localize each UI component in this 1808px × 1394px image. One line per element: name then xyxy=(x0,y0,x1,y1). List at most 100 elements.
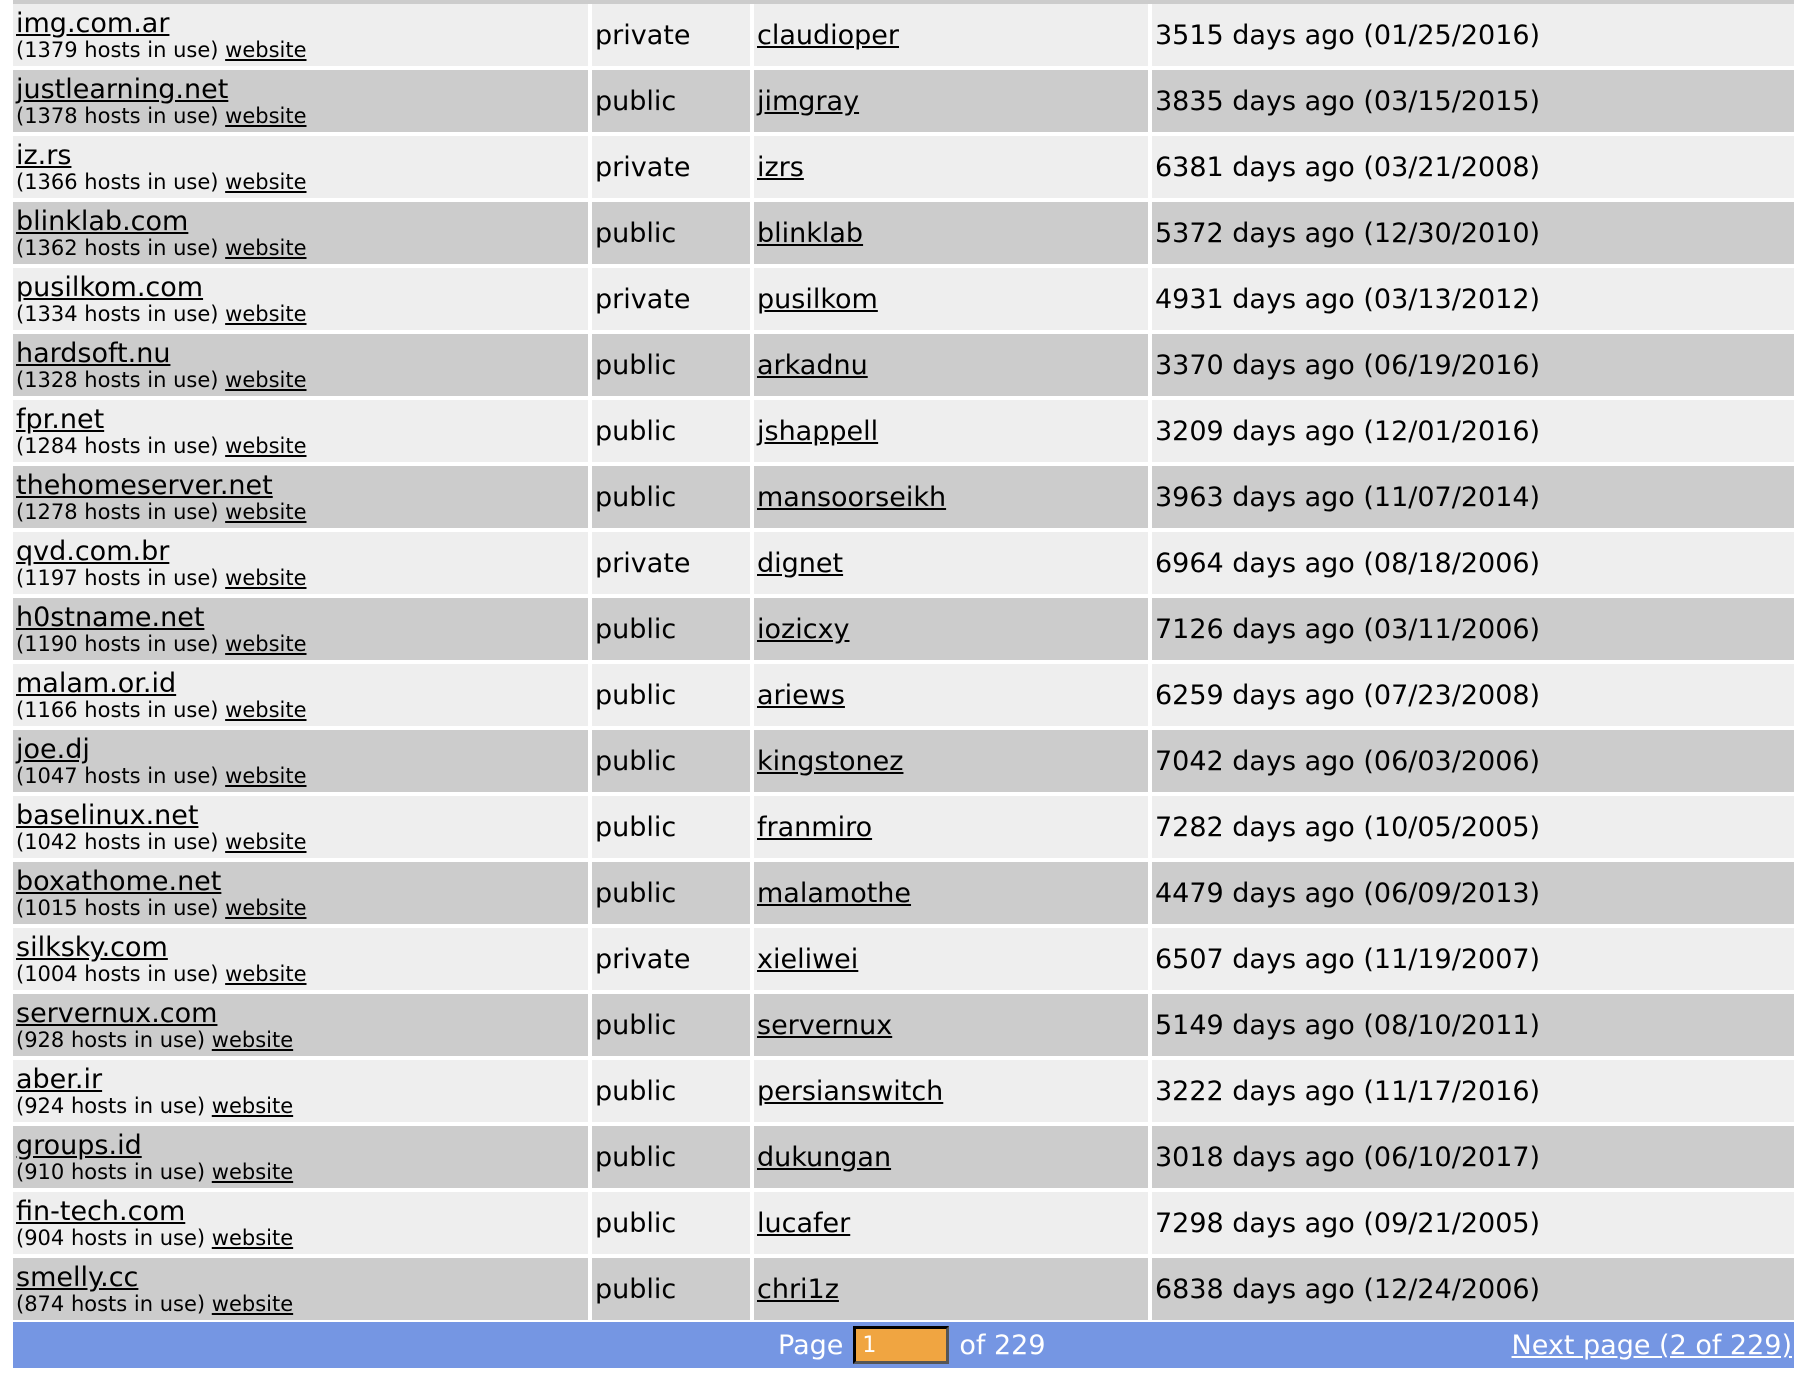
hosts-count: (1366 hosts in use) xyxy=(16,169,219,194)
website-link[interactable]: website xyxy=(225,104,306,128)
page-number-input[interactable] xyxy=(853,1326,950,1364)
domain-link[interactable]: blinklab.com xyxy=(16,207,588,236)
domain-details: (1334 hosts in use) website xyxy=(16,302,588,327)
domain-link[interactable]: silksky.com xyxy=(16,933,588,962)
domain-link[interactable]: qvd.com.br xyxy=(16,537,588,566)
website-link[interactable]: website xyxy=(225,566,306,590)
domain-cell: thehomeserver.net (1278 hosts in use) web… xyxy=(13,466,588,532)
domain-link[interactable]: aber.ir xyxy=(16,1065,588,1094)
domain-link[interactable]: boxathome.net xyxy=(16,867,588,896)
status-text: public xyxy=(595,349,677,381)
website-link[interactable]: website xyxy=(225,38,306,62)
domain-cell: servernux.com (928 hosts in use) website xyxy=(13,994,588,1060)
domain-link[interactable]: hardsoft.nu xyxy=(16,339,588,368)
domain-cell: fpr.net (1284 hosts in use) website xyxy=(13,400,588,466)
status-text: public xyxy=(595,877,677,909)
domain-details: (910 hosts in use) website xyxy=(16,1160,588,1185)
hosts-count: (910 hosts in use) xyxy=(16,1159,206,1184)
owner-link[interactable]: pusilkom xyxy=(754,284,878,315)
domain-details: (1278 hosts in use) website xyxy=(16,500,588,525)
website-link[interactable]: website xyxy=(225,236,306,260)
website-link[interactable]: website xyxy=(225,500,306,524)
website-link[interactable]: website xyxy=(225,170,306,194)
domain-link[interactable]: fpr.net xyxy=(16,405,588,434)
status-cell: private xyxy=(592,136,750,202)
owner-link[interactable]: jshappell xyxy=(754,416,878,447)
domain-link[interactable]: malam.or.id xyxy=(16,669,588,698)
owner-link[interactable]: claudioper xyxy=(754,20,899,51)
owner-link[interactable]: malamothe xyxy=(754,878,911,909)
owner-cell: mansoorseikh xyxy=(754,466,1148,532)
website-link[interactable]: website xyxy=(212,1292,293,1316)
owner-cell: franmiro xyxy=(754,796,1148,862)
domain-link[interactable]: smelly.cc xyxy=(16,1263,588,1292)
owner-link[interactable]: izrs xyxy=(754,152,804,183)
domain-link[interactable]: baselinux.net xyxy=(16,801,588,830)
age-text: 3209 days ago (12/01/2016) xyxy=(1155,415,1541,447)
domain-link[interactable]: thehomeserver.net xyxy=(16,471,588,500)
website-link[interactable]: website xyxy=(225,434,306,458)
domain-link[interactable]: pusilkom.com xyxy=(16,273,588,302)
domain-cell: aber.ir (924 hosts in use) website xyxy=(13,1060,588,1126)
table-row: silksky.com (1004 hosts in use) website pr… xyxy=(13,928,1794,994)
age-text: 6838 days ago (12/24/2006) xyxy=(1155,1273,1541,1305)
owner-link[interactable]: jimgray xyxy=(754,86,859,117)
table-row: boxathome.net (1015 hosts in use) website… xyxy=(13,862,1794,928)
owner-cell: dignet xyxy=(754,532,1148,598)
domain-link[interactable]: fin-tech.com xyxy=(16,1197,588,1226)
age-cell: 5149 days ago (08/10/2011) xyxy=(1152,994,1794,1060)
owner-link[interactable]: iozicxy xyxy=(754,614,850,645)
age-cell: 6259 days ago (07/23/2008) xyxy=(1152,664,1794,730)
owner-link[interactable]: persianswitch xyxy=(754,1076,943,1107)
owner-link[interactable]: chri1z xyxy=(754,1274,839,1305)
owner-link[interactable]: ariews xyxy=(754,680,845,711)
status-cell: private xyxy=(592,4,750,70)
age-cell: 3835 days ago (03/15/2015) xyxy=(1152,70,1794,136)
owner-link[interactable]: franmiro xyxy=(754,812,872,843)
table-row: pusilkom.com (1334 hosts in use) website p… xyxy=(13,268,1794,334)
owner-link[interactable]: dignet xyxy=(754,548,843,579)
age-text: 3222 days ago (11/17/2016) xyxy=(1155,1075,1541,1107)
owner-link[interactable]: mansoorseikh xyxy=(754,482,946,513)
domain-link[interactable]: servernux.com xyxy=(16,999,588,1028)
age-cell: 6507 days ago (11/19/2007) xyxy=(1152,928,1794,994)
domain-link[interactable]: justlearning.net xyxy=(16,75,588,104)
domain-link[interactable]: h0stname.net xyxy=(16,603,588,632)
status-text: public xyxy=(595,1075,677,1107)
domain-link[interactable]: groups.id xyxy=(16,1131,588,1160)
website-link[interactable]: website xyxy=(225,698,306,722)
website-link[interactable]: website xyxy=(225,764,306,788)
owner-link[interactable]: dukungan xyxy=(754,1142,891,1173)
owner-link[interactable]: xieliwei xyxy=(754,944,858,975)
website-link[interactable]: website xyxy=(225,302,306,326)
owner-link[interactable]: servernux xyxy=(754,1010,892,1041)
website-link[interactable]: website xyxy=(212,1094,293,1118)
next-page-link[interactable]: Next page (2 of 229) xyxy=(1512,1330,1792,1361)
status-cell: public xyxy=(592,334,750,400)
domain-link[interactable]: joe.dj xyxy=(16,735,588,764)
website-link[interactable]: website xyxy=(225,632,306,656)
website-link[interactable]: website xyxy=(225,896,306,920)
website-link[interactable]: website xyxy=(225,962,306,986)
owner-link[interactable]: blinklab xyxy=(754,218,863,249)
hosts-count: (1379 hosts in use) xyxy=(16,37,219,62)
website-link[interactable]: website xyxy=(212,1226,293,1250)
domain-cell: blinklab.com (1362 hosts in use) website xyxy=(13,202,588,268)
owner-link[interactable]: arkadnu xyxy=(754,350,868,381)
website-link[interactable]: website xyxy=(225,830,306,854)
age-cell: 4479 days ago (06/09/2013) xyxy=(1152,862,1794,928)
domain-link[interactable]: img.com.ar xyxy=(16,9,588,38)
table-row: h0stname.net (1190 hosts in use) website p… xyxy=(13,598,1794,664)
age-cell: 3209 days ago (12/01/2016) xyxy=(1152,400,1794,466)
owner-link[interactable]: kingstonez xyxy=(754,746,903,777)
website-link[interactable]: website xyxy=(212,1160,293,1184)
website-link[interactable]: website xyxy=(225,368,306,392)
owner-link[interactable]: lucafer xyxy=(754,1208,850,1239)
website-link[interactable]: website xyxy=(212,1028,293,1052)
table-row: malam.or.id (1166 hosts in use) website pu… xyxy=(13,664,1794,730)
table-row: baselinux.net (1042 hosts in use) website… xyxy=(13,796,1794,862)
table-row: thehomeserver.net (1278 hosts in use) web… xyxy=(13,466,1794,532)
status-text: public xyxy=(595,1141,677,1173)
domain-link[interactable]: iz.rs xyxy=(16,141,588,170)
page-total-label: of 229 xyxy=(959,1329,1046,1361)
